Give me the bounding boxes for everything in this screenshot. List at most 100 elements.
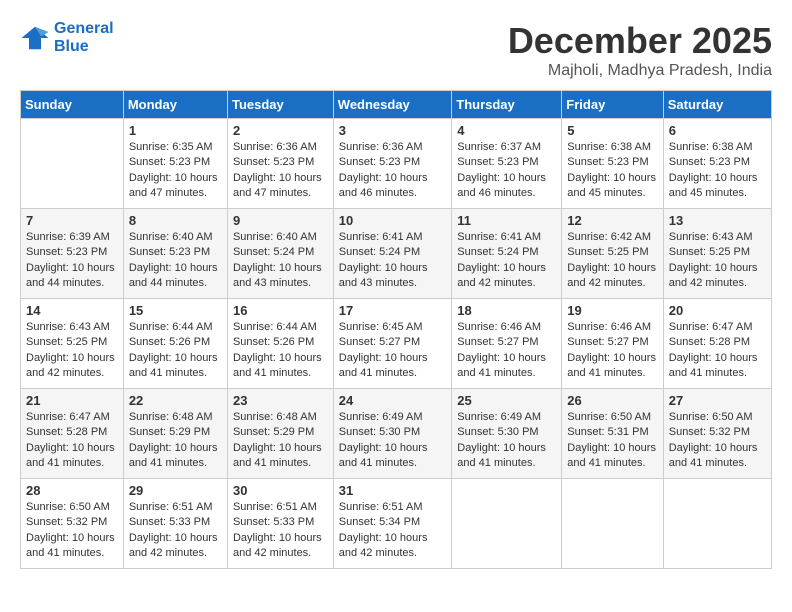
- calendar-cell: [663, 479, 771, 569]
- day-number: 31: [339, 483, 446, 498]
- day-number: 23: [233, 393, 328, 408]
- day-number: 7: [26, 213, 118, 228]
- day-info: Sunrise: 6:44 AMSunset: 5:26 PMDaylight:…: [233, 320, 328, 382]
- day-number: 13: [669, 213, 766, 228]
- day-info: Sunrise: 6:47 AMSunset: 5:28 PMDaylight:…: [26, 410, 118, 472]
- calendar-cell: 5 Sunrise: 6:38 AMSunset: 5:23 PMDaylight…: [562, 119, 663, 209]
- calendar-cell: 15Sunrise: 6:44 AMSunset: 5:26 PMDayligh…: [123, 299, 227, 389]
- header-friday: Friday: [562, 91, 663, 119]
- calendar-cell: 3 Sunrise: 6:36 AMSunset: 5:23 PMDaylight…: [333, 119, 451, 209]
- calendar-cell: 30 Sunrise: 6:51 AMSunset: 5:33 PMDayligh…: [227, 479, 333, 569]
- day-info: Sunrise: 6:38 AMSunset: 5:23 PMDaylight:…: [567, 140, 657, 202]
- calendar-table: SundayMondayTuesdayWednesdayThursdayFrid…: [20, 90, 772, 569]
- calendar-cell: 31 Sunrise: 6:51 AMSunset: 5:34 PMDayligh…: [333, 479, 451, 569]
- day-info: Sunrise: 6:38 AMSunset: 5:23 PMDaylight:…: [669, 140, 766, 202]
- calendar-cell: 28 Sunrise: 6:50 AMSunset: 5:32 PMDayligh…: [21, 479, 124, 569]
- day-number: 3: [339, 123, 446, 138]
- day-number: 2: [233, 123, 328, 138]
- day-number: 26: [567, 393, 657, 408]
- week-row-3: 14 Sunrise: 6:43 AMSunset: 5:25 PMDayligh…: [21, 299, 772, 389]
- calendar-cell: 11Sunrise: 6:41 AMSunset: 5:24 PMDayligh…: [452, 209, 562, 299]
- calendar-cell: 4Sunrise: 6:37 AMSunset: 5:23 PMDaylight…: [452, 119, 562, 209]
- day-info: Sunrise: 6:45 AMSunset: 5:27 PMDaylight:…: [339, 320, 446, 382]
- day-info: Sunrise: 6:49 AMSunset: 5:30 PMDaylight:…: [339, 410, 446, 472]
- month-title: December 2025: [508, 20, 772, 62]
- calendar-body: 1Sunrise: 6:35 AMSunset: 5:23 PMDaylight…: [21, 119, 772, 569]
- calendar-cell: 10 Sunrise: 6:41 AMSunset: 5:24 PMDayligh…: [333, 209, 451, 299]
- location: Majholi, Madhya Pradesh, India: [508, 62, 772, 80]
- day-info: Sunrise: 6:46 AMSunset: 5:27 PMDaylight:…: [457, 320, 556, 382]
- day-number: 29: [129, 483, 222, 498]
- day-info: Sunrise: 6:36 AMSunset: 5:23 PMDaylight:…: [233, 140, 328, 202]
- calendar-cell: 23 Sunrise: 6:48 AMSunset: 5:29 PMDayligh…: [227, 389, 333, 479]
- calendar-cell: 21 Sunrise: 6:47 AMSunset: 5:28 PMDayligh…: [21, 389, 124, 479]
- calendar-cell: [452, 479, 562, 569]
- day-info: Sunrise: 6:43 AMSunset: 5:25 PMDaylight:…: [669, 230, 766, 292]
- day-number: 19: [567, 303, 657, 318]
- calendar-cell: [21, 119, 124, 209]
- calendar-cell: 24Sunrise: 6:49 AMSunset: 5:30 PMDayligh…: [333, 389, 451, 479]
- day-info: Sunrise: 6:43 AMSunset: 5:25 PMDaylight:…: [26, 320, 118, 382]
- day-number: 5: [567, 123, 657, 138]
- day-number: 21: [26, 393, 118, 408]
- logo-text: General Blue: [54, 20, 114, 56]
- calendar-cell: 6 Sunrise: 6:38 AMSunset: 5:23 PMDaylight…: [663, 119, 771, 209]
- day-number: 4: [457, 123, 556, 138]
- title-area: December 2025 Majholi, Madhya Pradesh, I…: [508, 20, 772, 80]
- header-monday: Monday: [123, 91, 227, 119]
- day-number: 14: [26, 303, 118, 318]
- day-number: 11: [457, 213, 556, 228]
- week-row-1: 1Sunrise: 6:35 AMSunset: 5:23 PMDaylight…: [21, 119, 772, 209]
- day-number: 25: [457, 393, 556, 408]
- day-info: Sunrise: 6:40 AMSunset: 5:24 PMDaylight:…: [233, 230, 328, 292]
- calendar-cell: 16Sunrise: 6:44 AMSunset: 5:26 PMDayligh…: [227, 299, 333, 389]
- logo: General Blue: [20, 20, 114, 56]
- calendar-header-row: SundayMondayTuesdayWednesdayThursdayFrid…: [21, 91, 772, 119]
- calendar-cell: 2 Sunrise: 6:36 AMSunset: 5:23 PMDaylight…: [227, 119, 333, 209]
- calendar-cell: 9 Sunrise: 6:40 AMSunset: 5:24 PMDaylight…: [227, 209, 333, 299]
- calendar-cell: 29 Sunrise: 6:51 AMSunset: 5:33 PMDayligh…: [123, 479, 227, 569]
- day-info: Sunrise: 6:39 AMSunset: 5:23 PMDaylight:…: [26, 230, 118, 292]
- day-info: Sunrise: 6:51 AMSunset: 5:33 PMDaylight:…: [129, 500, 222, 562]
- day-number: 15: [129, 303, 222, 318]
- day-number: 22: [129, 393, 222, 408]
- day-number: 18: [457, 303, 556, 318]
- day-info: Sunrise: 6:48 AMSunset: 5:29 PMDaylight:…: [233, 410, 328, 472]
- day-number: 8: [129, 213, 222, 228]
- logo-icon: [20, 23, 50, 53]
- calendar-cell: 17 Sunrise: 6:45 AMSunset: 5:27 PMDayligh…: [333, 299, 451, 389]
- page-header: General Blue December 2025 Majholi, Madh…: [20, 20, 772, 80]
- day-number: 27: [669, 393, 766, 408]
- day-info: Sunrise: 6:36 AMSunset: 5:23 PMDaylight:…: [339, 140, 446, 202]
- calendar-cell: 8 Sunrise: 6:40 AMSunset: 5:23 PMDaylight…: [123, 209, 227, 299]
- day-number: 28: [26, 483, 118, 498]
- day-info: Sunrise: 6:48 AMSunset: 5:29 PMDaylight:…: [129, 410, 222, 472]
- day-number: 6: [669, 123, 766, 138]
- calendar-cell: 27Sunrise: 6:50 AMSunset: 5:32 PMDayligh…: [663, 389, 771, 479]
- header-thursday: Thursday: [452, 91, 562, 119]
- day-number: 10: [339, 213, 446, 228]
- calendar-cell: 18 Sunrise: 6:46 AMSunset: 5:27 PMDayligh…: [452, 299, 562, 389]
- header-saturday: Saturday: [663, 91, 771, 119]
- calendar-cell: 19Sunrise: 6:46 AMSunset: 5:27 PMDayligh…: [562, 299, 663, 389]
- week-row-2: 7 Sunrise: 6:39 AMSunset: 5:23 PMDaylight…: [21, 209, 772, 299]
- day-number: 30: [233, 483, 328, 498]
- day-number: 9: [233, 213, 328, 228]
- day-info: Sunrise: 6:40 AMSunset: 5:23 PMDaylight:…: [129, 230, 222, 292]
- day-info: Sunrise: 6:42 AMSunset: 5:25 PMDaylight:…: [567, 230, 657, 292]
- calendar-cell: 25Sunrise: 6:49 AMSunset: 5:30 PMDayligh…: [452, 389, 562, 479]
- day-number: 17: [339, 303, 446, 318]
- day-number: 20: [669, 303, 766, 318]
- day-info: Sunrise: 6:51 AMSunset: 5:33 PMDaylight:…: [233, 500, 328, 562]
- day-info: Sunrise: 6:51 AMSunset: 5:34 PMDaylight:…: [339, 500, 446, 562]
- day-info: Sunrise: 6:35 AMSunset: 5:23 PMDaylight:…: [129, 140, 222, 202]
- day-info: Sunrise: 6:41 AMSunset: 5:24 PMDaylight:…: [339, 230, 446, 292]
- calendar-cell: 26 Sunrise: 6:50 AMSunset: 5:31 PMDayligh…: [562, 389, 663, 479]
- calendar-cell: 12 Sunrise: 6:42 AMSunset: 5:25 PMDayligh…: [562, 209, 663, 299]
- day-info: Sunrise: 6:50 AMSunset: 5:31 PMDaylight:…: [567, 410, 657, 472]
- day-number: 12: [567, 213, 657, 228]
- day-info: Sunrise: 6:47 AMSunset: 5:28 PMDaylight:…: [669, 320, 766, 382]
- header-wednesday: Wednesday: [333, 91, 451, 119]
- day-info: Sunrise: 6:50 AMSunset: 5:32 PMDaylight:…: [26, 500, 118, 562]
- calendar-cell: 7 Sunrise: 6:39 AMSunset: 5:23 PMDaylight…: [21, 209, 124, 299]
